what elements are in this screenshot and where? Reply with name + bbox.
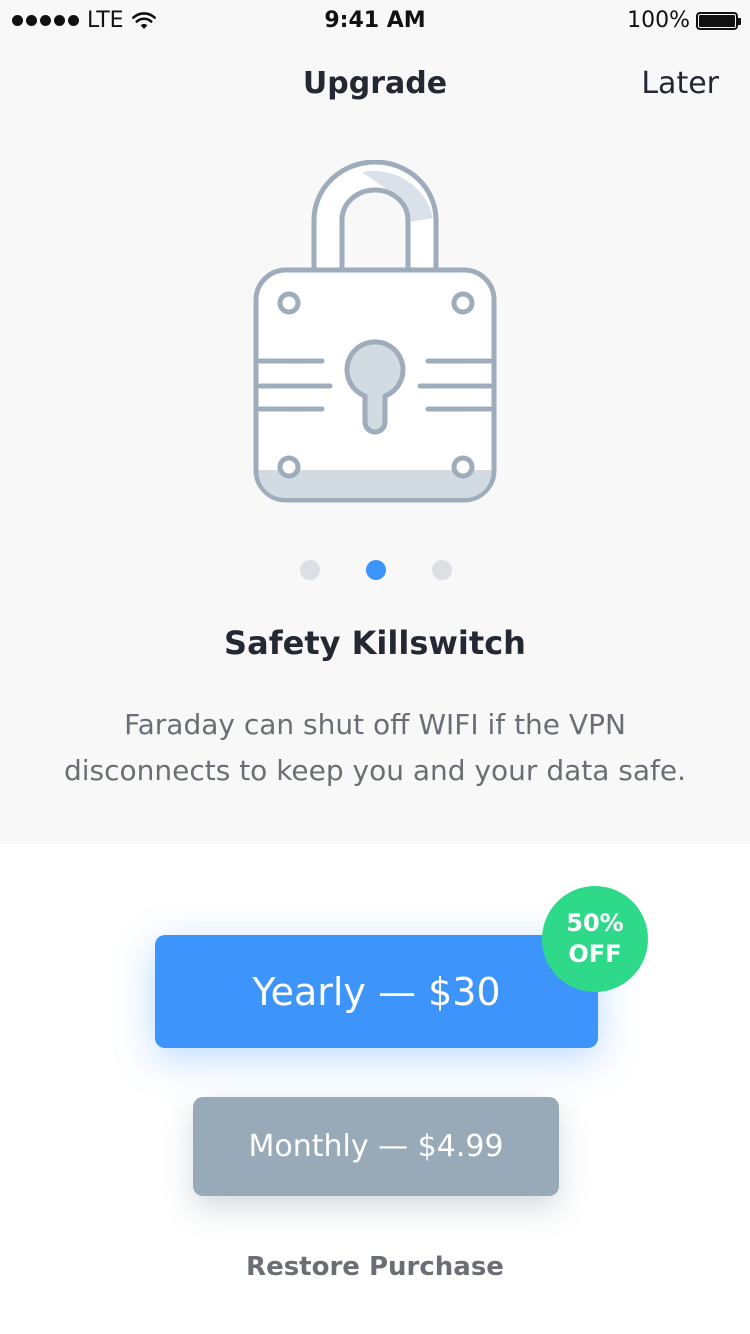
feature-description: Faraday can shut off WIFI if the VPN dis… [63,708,687,787]
status-right: 100% [627,8,741,33]
page-dot-1[interactable] [300,560,320,580]
monthly-plan-label: Monthly — $4.99 [248,1129,504,1164]
discount-percent: 50% [566,909,624,937]
page-dot-2[interactable] [366,560,386,580]
feature-title: Safety Killswitch [224,624,526,662]
discount-badge: 50% OFF [542,886,648,992]
status-bar: LTE 9:41 AM 100% [0,0,750,40]
feature-section: LTE 9:41 AM 100% Upgrade Later Safety Ki… [0,0,750,844]
page-title: Upgrade [302,66,448,101]
restore-purchase-button[interactable]: Restore Purchase [0,1252,750,1282]
yearly-plan-button[interactable]: Yearly — $30 [155,935,598,1048]
yearly-plan-label: Yearly — $30 [252,969,501,1014]
monthly-plan-button[interactable]: Monthly — $4.99 [193,1097,559,1196]
later-button[interactable]: Later [641,66,719,101]
padlock-icon [253,160,497,503]
page-dot-3[interactable] [432,560,452,580]
battery-icon [696,11,741,30]
discount-off-label: OFF [568,940,622,968]
page-indicator [0,560,750,580]
battery-percent: 100% [627,8,690,33]
